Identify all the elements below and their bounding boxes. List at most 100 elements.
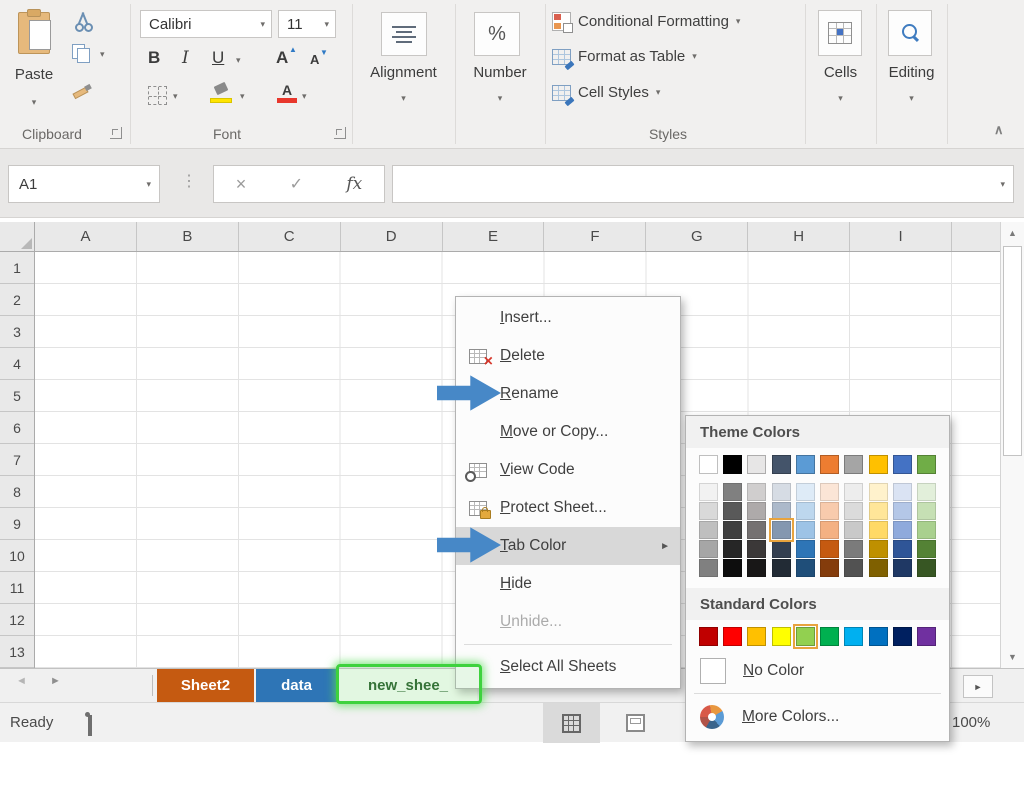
theme-variant-swatch-0-0[interactable] [699, 483, 718, 501]
column-header-d[interactable]: D [341, 222, 443, 251]
theme-variant-swatch-4-8[interactable] [893, 559, 912, 577]
conditional-formatting-button[interactable]: Conditional Formatting▾ [552, 12, 740, 31]
theme-variant-swatch-3-0[interactable] [699, 540, 718, 558]
theme-variant-swatch-2-1[interactable] [723, 521, 742, 539]
macro-record-button[interactable] [88, 715, 92, 736]
no-color-item[interactable]: No Color [686, 652, 949, 690]
theme-variant-swatch-1-2[interactable] [747, 502, 766, 520]
theme-variant-swatch-4-6[interactable] [844, 559, 863, 577]
row-header-13[interactable]: 13 [0, 636, 34, 668]
cancel-icon[interactable]: × [236, 174, 247, 195]
theme-variant-swatch-3-3[interactable] [772, 540, 791, 558]
theme-variant-swatch-3-6[interactable] [844, 540, 863, 558]
number-dropdown-arrow[interactable]: ▾ [455, 94, 545, 103]
theme-color-swatch-2[interactable] [747, 455, 766, 474]
format-painter-button[interactable] [70, 82, 92, 98]
tab-nav-prev-icon[interactable]: ◄ [16, 675, 27, 687]
menu-item-insert[interactable]: Insert... [456, 299, 680, 337]
theme-color-swatch-3[interactable] [772, 455, 791, 474]
zoom-level[interactable]: 100% [952, 703, 990, 743]
font-dialog-launcher[interactable] [334, 127, 346, 139]
theme-variant-swatch-3-7[interactable] [869, 540, 888, 558]
theme-variant-swatch-2-7[interactable] [869, 521, 888, 539]
theme-variant-swatch-0-3[interactable] [772, 483, 791, 501]
theme-variant-swatch-0-9[interactable] [917, 483, 936, 501]
theme-variant-swatch-1-8[interactable] [893, 502, 912, 520]
cells-button[interactable] [818, 10, 862, 56]
menu-item-hide[interactable]: Hide [456, 565, 680, 603]
enter-icon[interactable]: ✓ [290, 174, 303, 194]
theme-color-swatch-0[interactable] [699, 455, 718, 474]
theme-variant-swatch-3-5[interactable] [820, 540, 839, 558]
standard-color-swatch-1[interactable] [723, 627, 742, 646]
cell-styles-button[interactable]: Cell Styles▾ [552, 84, 660, 101]
formula-bar-grip-icon[interactable]: ⋮ [181, 171, 197, 191]
formula-input[interactable]: ▾ [392, 165, 1014, 203]
column-header-i[interactable]: I [850, 222, 952, 251]
row-header-12[interactable]: 12 [0, 604, 34, 636]
vertical-scrollbar[interactable]: ▲ ▼ [1000, 222, 1024, 668]
theme-variant-swatch-2-5[interactable] [820, 521, 839, 539]
underline-dropdown-arrow[interactable]: ▾ [236, 56, 241, 65]
row-header-6[interactable]: 6 [0, 412, 34, 444]
theme-variant-swatch-4-7[interactable] [869, 559, 888, 577]
fill-color-button[interactable] [210, 84, 234, 103]
standard-color-swatch-3[interactable] [772, 627, 791, 646]
menu-item-unhide[interactable]: Unhide... [456, 603, 680, 641]
fill-color-dropdown-arrow[interactable]: ▾ [240, 92, 245, 101]
theme-variant-swatch-2-8[interactable] [893, 521, 912, 539]
tab-scroll-right-button[interactable]: ► [963, 675, 993, 698]
theme-variant-swatch-1-1[interactable] [723, 502, 742, 520]
theme-variant-swatch-1-7[interactable] [869, 502, 888, 520]
standard-color-swatch-9[interactable] [917, 627, 936, 646]
more-colors-item[interactable]: More Colors... [686, 697, 949, 737]
alignment-group-button-label[interactable]: Alignment [352, 64, 455, 81]
theme-variant-swatch-3-2[interactable] [747, 540, 766, 558]
theme-variant-swatch-3-8[interactable] [893, 540, 912, 558]
theme-variant-swatch-2-6[interactable] [844, 521, 863, 539]
borders-button[interactable] [148, 86, 167, 105]
grow-font-button[interactable]: A▲ [276, 48, 288, 68]
scrollbar-thumb[interactable] [1003, 246, 1022, 456]
italic-button[interactable]: I [182, 48, 189, 68]
clipboard-dialog-launcher[interactable] [110, 127, 122, 139]
insert-function-icon[interactable]: fx [346, 174, 362, 194]
font-size-combo[interactable]: 11 ▾ [278, 10, 336, 38]
theme-variant-swatch-3-9[interactable] [917, 540, 936, 558]
standard-color-swatch-2[interactable] [747, 627, 766, 646]
alignment-dropdown-arrow[interactable]: ▾ [352, 94, 455, 103]
standard-color-swatch-6[interactable] [844, 627, 863, 646]
cells-group-button-label[interactable]: Cells [805, 64, 876, 81]
expand-formula-bar-icon[interactable]: ▾ [1000, 180, 1013, 189]
row-header-1[interactable]: 1 [0, 252, 34, 284]
menu-item-protect-sheet[interactable]: Protect Sheet... [456, 489, 680, 527]
menu-item-select-all-sheets[interactable]: Select All Sheets [456, 648, 680, 686]
theme-variant-swatch-4-0[interactable] [699, 559, 718, 577]
theme-color-swatch-4[interactable] [796, 455, 815, 474]
number-group-button-label[interactable]: Number [455, 64, 545, 81]
theme-variant-swatch-3-1[interactable] [723, 540, 742, 558]
theme-variant-swatch-0-7[interactable] [869, 483, 888, 501]
row-header-5[interactable]: 5 [0, 380, 34, 412]
paste-button[interactable]: Paste ▾ [4, 4, 64, 122]
column-header-c[interactable]: C [239, 222, 341, 251]
column-header-b[interactable]: B [137, 222, 239, 251]
theme-variant-swatch-2-3[interactable] [772, 521, 791, 539]
page-layout-view-button[interactable] [610, 703, 660, 743]
column-header-h[interactable]: H [748, 222, 850, 251]
editing-dropdown-arrow[interactable]: ▾ [876, 94, 947, 103]
name-box[interactable]: A1 ▾ [8, 165, 160, 203]
font-size-dropdown-arrow[interactable]: ▾ [324, 20, 335, 29]
bold-button[interactable]: B [148, 48, 160, 68]
sheet-tab-sheet2[interactable]: Sheet2 [157, 669, 254, 702]
alignment-button[interactable] [381, 12, 427, 56]
theme-variant-swatch-0-6[interactable] [844, 483, 863, 501]
theme-variant-swatch-1-0[interactable] [699, 502, 718, 520]
theme-color-swatch-7[interactable] [869, 455, 888, 474]
row-header-7[interactable]: 7 [0, 444, 34, 476]
standard-color-swatch-0[interactable] [699, 627, 718, 646]
normal-view-button[interactable] [543, 703, 600, 743]
row-header-9[interactable]: 9 [0, 508, 34, 540]
theme-variant-swatch-0-2[interactable] [747, 483, 766, 501]
theme-variant-swatch-1-9[interactable] [917, 502, 936, 520]
